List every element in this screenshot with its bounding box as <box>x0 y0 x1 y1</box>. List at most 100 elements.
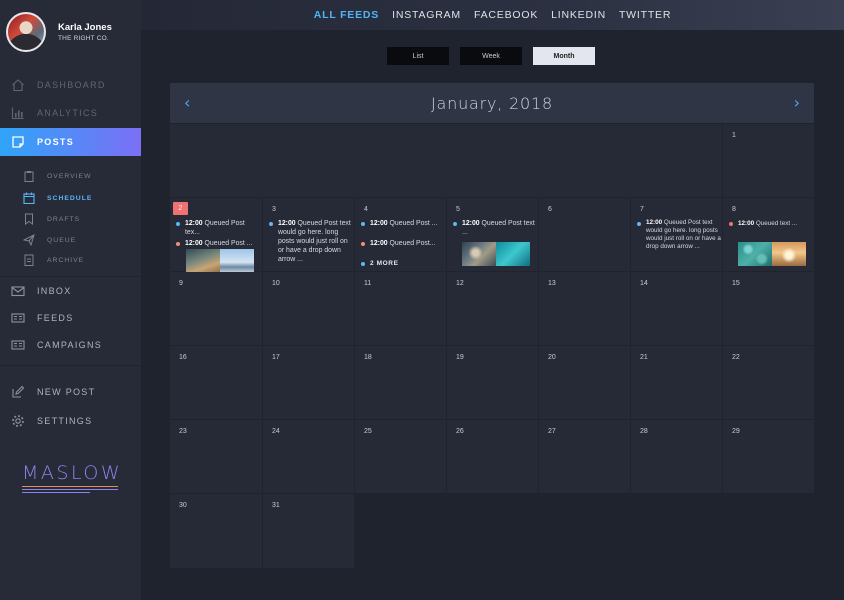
post-thumbnail[interactable] <box>462 242 496 266</box>
day-number: 8 <box>732 206 736 213</box>
nav-dashboard[interactable]: DASHBOARD <box>0 71 141 99</box>
calendar-day[interactable]: 9 <box>170 272 262 345</box>
feed-icon <box>11 311 25 325</box>
nav-inbox[interactable]: INBOX <box>0 277 141 305</box>
calendar-day[interactable]: 7 12:00 Queued Post text would go here. … <box>631 198 722 271</box>
edit-icon <box>11 385 25 399</box>
user-company: THE RIGHT CO. <box>58 35 109 42</box>
view-month-button[interactable]: Month <box>533 47 595 65</box>
calendar-day[interactable]: 17 <box>263 346 354 419</box>
calendar-day[interactable]: 20 <box>539 346 630 419</box>
calendar-day[interactable]: 3 12:00 Queued Post text would go here. … <box>263 198 354 271</box>
calendar-day[interactable]: 12 <box>447 272 538 345</box>
day-number: 29 <box>732 428 740 435</box>
post-time: 12:00 <box>738 220 755 227</box>
calendar-day[interactable]: 4 12:00 Queued Post ... 12:00 Queued Pos… <box>355 198 446 271</box>
tab-twitter[interactable]: TWITTER <box>619 9 671 21</box>
calendar-day[interactable]: 8 12:00 Queued text ... <box>723 198 814 271</box>
calendar-day[interactable]: 13 <box>539 272 630 345</box>
calendar-day[interactable]: 19 <box>447 346 538 419</box>
scheduled-post[interactable]: 12:00 Queued text ... <box>729 219 813 228</box>
nav-feeds-label: FEEDS <box>37 313 74 323</box>
calendar-day[interactable]: 1 <box>723 124 814 197</box>
post-thumbnail[interactable] <box>220 249 254 273</box>
subnav-drafts[interactable]: DRAFTS <box>0 210 141 228</box>
scheduled-post[interactable]: 12:00 Queued Post ... <box>176 239 260 248</box>
nav-feeds[interactable]: FEEDS <box>0 304 141 332</box>
day-number: 17 <box>272 354 280 361</box>
day-number: 27 <box>548 428 556 435</box>
day-number: 20 <box>548 354 556 361</box>
subnav-drafts-label: DRAFTS <box>47 215 81 223</box>
calendar-day[interactable]: 14 <box>631 272 722 345</box>
status-dot <box>361 222 365 226</box>
day-number: 4 <box>364 206 368 213</box>
day-number: 24 <box>272 428 280 435</box>
mail-icon <box>11 284 25 298</box>
gear-icon <box>11 414 25 428</box>
status-dot <box>176 222 180 226</box>
calendar-day[interactable]: 15 <box>723 272 814 345</box>
scheduled-post[interactable]: 12:00 Queued Post ... <box>361 219 445 228</box>
tab-linkedin[interactable]: LINKEDIN <box>551 9 606 21</box>
tab-facebook[interactable]: FACEBOOK <box>474 9 538 21</box>
nav-analytics[interactable]: ANALYTICS <box>0 99 141 127</box>
nav-settings[interactable]: SETTINGS <box>0 407 141 435</box>
calendar-day[interactable]: 16 <box>170 346 262 419</box>
calendar-day[interactable]: 28 <box>631 420 722 493</box>
more-posts-link[interactable]: 2 MORE <box>361 259 445 268</box>
logo-underline <box>22 489 118 490</box>
day-number: 15 <box>732 280 740 287</box>
scheduled-post[interactable]: 12:00 Queued Post... <box>361 239 445 248</box>
calendar-day[interactable]: 10 <box>263 272 354 345</box>
nav-posts[interactable]: POSTS <box>0 128 141 156</box>
calendar-day[interactable]: 5 12:00 Queued Post text ... <box>447 198 538 271</box>
day-number: 10 <box>272 280 280 287</box>
chevron-left-icon[interactable]: ‹ <box>184 93 190 112</box>
view-list-button[interactable]: List <box>387 47 449 65</box>
subnav-schedule[interactable]: SCHEDULE <box>0 189 141 207</box>
scheduled-post[interactable]: 12:00 Queued Post text would go here. lo… <box>637 219 721 251</box>
day-number: 21 <box>640 354 648 361</box>
scheduled-post[interactable]: 12:00 Queued Post text ... <box>453 219 537 237</box>
scheduled-post[interactable]: 12:00 Queued Post tex... <box>176 219 260 237</box>
calendar-day[interactable]: 30 <box>170 494 262 568</box>
calendar-day[interactable]: 11 <box>355 272 446 345</box>
subnav-archive[interactable]: ARCHIVE <box>0 251 141 269</box>
calendar-day[interactable]: 29 <box>723 420 814 493</box>
day-number: 22 <box>732 354 740 361</box>
scheduled-post[interactable]: 12:00 Queued Post text would go here. lo… <box>269 219 353 264</box>
nav-new-post[interactable]: NEW POST <box>0 378 141 406</box>
day-number: 11 <box>364 280 372 287</box>
post-text: Queued text ... <box>755 220 798 227</box>
calendar-day[interactable]: 18 <box>355 346 446 419</box>
user-profile[interactable]: Karla Jones THE RIGHT CO. <box>0 0 141 58</box>
post-thumbnail[interactable] <box>496 242 530 266</box>
view-week-button[interactable]: Week <box>460 47 522 65</box>
divider <box>0 365 141 366</box>
subnav-overview[interactable]: OVERVIEW <box>0 167 141 185</box>
tab-instagram[interactable]: INSTAGRAM <box>392 9 461 21</box>
calendar-day[interactable]: 6 <box>539 198 630 271</box>
post-thumbnail[interactable] <box>186 249 220 273</box>
calendar-day[interactable]: 23 <box>170 420 262 493</box>
subnav-queue[interactable]: QUEUE <box>0 231 141 249</box>
status-dot <box>361 262 365 266</box>
chevron-right-icon[interactable]: › <box>794 93 800 112</box>
post-thumbnail[interactable] <box>772 242 806 266</box>
calendar-day[interactable]: 21 <box>631 346 722 419</box>
avatar[interactable] <box>6 12 46 52</box>
post-thumbnail[interactable] <box>738 242 772 266</box>
nav-settings-label: SETTINGS <box>37 416 93 426</box>
day-number: 12 <box>456 280 464 287</box>
tab-all-feeds[interactable]: ALL FEEDS <box>314 9 379 21</box>
calendar-day[interactable]: 27 <box>539 420 630 493</box>
calendar-day[interactable]: 25 <box>355 420 446 493</box>
calendar-day[interactable]: 31 <box>263 494 354 568</box>
post-time: 12:00 <box>278 220 296 227</box>
nav-campaigns[interactable]: CAMPAIGNS <box>0 331 141 359</box>
calendar-day[interactable]: 26 <box>447 420 538 493</box>
calendar-day[interactable]: 22 <box>723 346 814 419</box>
calendar-day[interactable]: 24 <box>263 420 354 493</box>
calendar-day-today[interactable]: 2 12:00 Queued Post tex... 12:00 Queued … <box>170 198 262 273</box>
